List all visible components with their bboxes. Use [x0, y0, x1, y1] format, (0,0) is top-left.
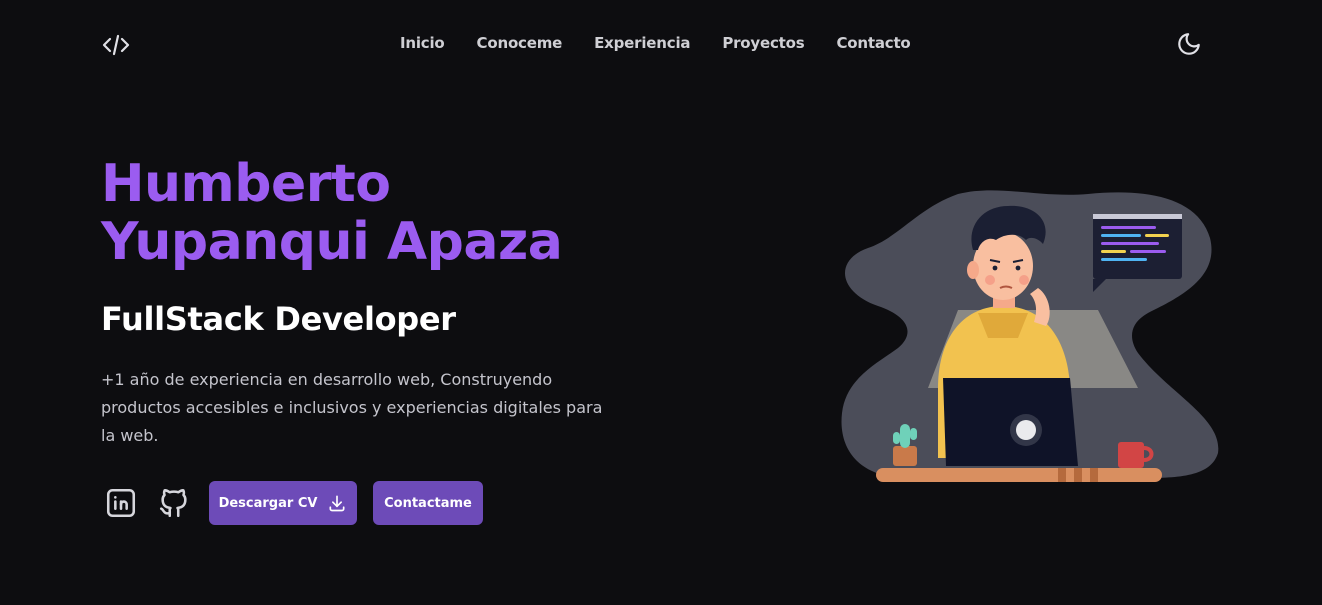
nav-links: Inicio Conoceme Experiencia Proyectos Co… [400, 34, 911, 56]
hero-description: +1 año de experiencia en desarrollo web,… [101, 370, 603, 445]
hero-name-line1: Humberto [101, 154, 391, 214]
developer-illustration [838, 188, 1223, 488]
portfolio-page: Inicio Conoceme Experiencia Proyectos Co… [0, 0, 1322, 605]
github-icon [159, 489, 187, 518]
linkedin-icon [106, 488, 136, 518]
desk [876, 468, 1162, 482]
hero-name-line2: Yupanqui Apaza [101, 212, 563, 272]
download-cv-button[interactable]: Descargar CV [209, 481, 357, 525]
nav-link-inicio[interactable]: Inicio [400, 34, 445, 56]
nav-link-proyectos[interactable]: Proyectos [722, 34, 804, 56]
theme-toggle-button[interactable] [1174, 29, 1204, 59]
contact-label: Contactame [384, 495, 472, 511]
nav-link-conoceme[interactable]: Conoceme [477, 34, 563, 56]
code-brackets-icon[interactable] [101, 30, 131, 60]
download-cv-label: Descargar CV [218, 495, 318, 511]
hero-role: FullStack Developer [101, 300, 456, 338]
laptop [943, 378, 1078, 466]
moon-icon [1178, 33, 1200, 55]
nav-link-contacto[interactable]: Contacto [836, 34, 910, 56]
download-icon [329, 495, 345, 512]
contact-button[interactable]: Contactame [373, 481, 483, 525]
nav-link-experiencia[interactable]: Experiencia [594, 34, 690, 56]
linkedin-link[interactable] [102, 484, 140, 522]
github-link[interactable] [155, 484, 193, 522]
hero-name: Humberto Yupanqui Apaza [101, 155, 641, 271]
